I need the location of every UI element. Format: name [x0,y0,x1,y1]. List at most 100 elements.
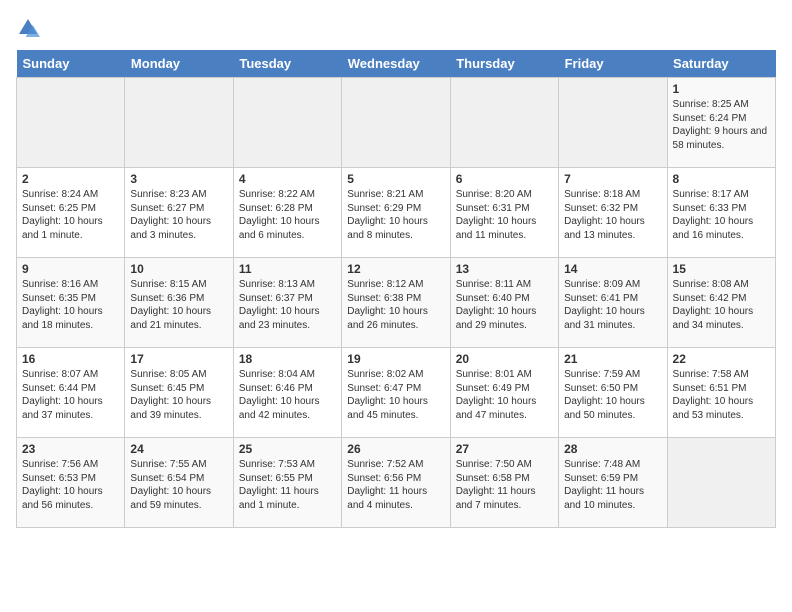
day-info: Sunrise: 8:04 AM Sunset: 6:46 PM Dayligh… [239,368,336,422]
day-number: 2 [22,172,119,186]
calendar-cell: 20 Sunrise: 8:01 AM Sunset: 6:49 PM Dayli… [450,348,558,438]
calendar-week-4: 16Sunrise: 8:07 AM Sunset: 6:44 PM Dayli… [17,348,776,438]
day-header-thursday: Thursday [450,50,558,78]
day-info: Sunrise: 8:15 AM Sunset: 6:36 PM Dayligh… [130,278,227,332]
logo [16,16,44,40]
day-info: Sunrise: 7:48 AM Sunset: 6:59 PM Dayligh… [564,458,661,512]
calendar-cell [17,78,125,168]
calendar-cell: 1 Sunrise: 8:25 AM Sunset: 6:24 PM Daylig… [667,78,775,168]
calendar-week-1: 1 Sunrise: 8:25 AM Sunset: 6:24 PM Daylig… [17,78,776,168]
calendar-cell: 11 Sunrise: 8:13 AM Sunset: 6:37 PM Dayli… [233,258,341,348]
day-header-wednesday: Wednesday [342,50,450,78]
calendar-cell: 8 Sunrise: 8:17 AM Sunset: 6:33 PM Daylig… [667,168,775,258]
calendar-week-2: 2 Sunrise: 8:24 AM Sunset: 6:25 PM Daylig… [17,168,776,258]
day-header-monday: Monday [125,50,233,78]
day-number: 26 [347,442,444,456]
day-info: Sunrise: 8:25 AM Sunset: 6:24 PM Dayligh… [673,98,770,152]
day-info: Sunrise: 8:22 AM Sunset: 6:28 PM Dayligh… [239,188,336,242]
day-info: Sunrise: 8:05 AM Sunset: 6:45 PM Dayligh… [130,368,227,422]
day-info: Sunrise: 8:20 AM Sunset: 6:31 PM Dayligh… [456,188,553,242]
calendar-cell: 10 Sunrise: 8:15 AM Sunset: 6:36 PM Dayli… [125,258,233,348]
day-number: 7 [564,172,661,186]
day-number: 27 [456,442,553,456]
day-number: 3 [130,172,227,186]
header [16,16,776,40]
calendar-cell: 16Sunrise: 8:07 AM Sunset: 6:44 PM Dayli… [17,348,125,438]
calendar-cell: 26 Sunrise: 7:52 AM Sunset: 6:56 PM Dayli… [342,438,450,528]
day-info: Sunrise: 8:01 AM Sunset: 6:49 PM Dayligh… [456,368,553,422]
day-number: 6 [456,172,553,186]
day-header-friday: Friday [559,50,667,78]
day-info: Sunrise: 8:23 AM Sunset: 6:27 PM Dayligh… [130,188,227,242]
calendar-cell: 9 Sunrise: 8:16 AM Sunset: 6:35 PM Daylig… [17,258,125,348]
day-number: 10 [130,262,227,276]
day-number: 28 [564,442,661,456]
day-info: Sunrise: 8:08 AM Sunset: 6:42 PM Dayligh… [673,278,770,332]
day-info: Sunrise: 8:12 AM Sunset: 6:38 PM Dayligh… [347,278,444,332]
day-number: 1 [673,82,770,96]
day-number: 21 [564,352,661,366]
day-number: 23 [22,442,119,456]
day-number: 20 [456,352,553,366]
calendar-cell: 13Sunrise: 8:11 AM Sunset: 6:40 PM Dayli… [450,258,558,348]
calendar-cell: 3 Sunrise: 8:23 AM Sunset: 6:27 PM Daylig… [125,168,233,258]
calendar-header-row: SundayMondayTuesdayWednesdayThursdayFrid… [17,50,776,78]
day-number: 25 [239,442,336,456]
day-info: Sunrise: 8:16 AM Sunset: 6:35 PM Dayligh… [22,278,119,332]
day-number: 18 [239,352,336,366]
day-info: Sunrise: 8:24 AM Sunset: 6:25 PM Dayligh… [22,188,119,242]
day-info: Sunrise: 7:59 AM Sunset: 6:50 PM Dayligh… [564,368,661,422]
calendar-cell: 6 Sunrise: 8:20 AM Sunset: 6:31 PM Daylig… [450,168,558,258]
day-number: 19 [347,352,444,366]
day-number: 22 [673,352,770,366]
day-info: Sunrise: 7:56 AM Sunset: 6:53 PM Dayligh… [22,458,119,512]
day-number: 17 [130,352,227,366]
calendar-cell: 25 Sunrise: 7:53 AM Sunset: 6:55 PM Dayli… [233,438,341,528]
calendar-cell [559,78,667,168]
day-info: Sunrise: 8:18 AM Sunset: 6:32 PM Dayligh… [564,188,661,242]
day-info: Sunrise: 8:21 AM Sunset: 6:29 PM Dayligh… [347,188,444,242]
day-number: 8 [673,172,770,186]
day-info: Sunrise: 8:09 AM Sunset: 6:41 PM Dayligh… [564,278,661,332]
day-number: 14 [564,262,661,276]
calendar-cell: 14 Sunrise: 8:09 AM Sunset: 6:41 PM Dayli… [559,258,667,348]
calendar-cell: 2 Sunrise: 8:24 AM Sunset: 6:25 PM Daylig… [17,168,125,258]
day-info: Sunrise: 7:50 AM Sunset: 6:58 PM Dayligh… [456,458,553,512]
calendar-cell: 12 Sunrise: 8:12 AM Sunset: 6:38 PM Dayli… [342,258,450,348]
calendar-cell [450,78,558,168]
calendar-cell [125,78,233,168]
day-info: Sunrise: 8:11 AM Sunset: 6:40 PM Dayligh… [456,278,553,332]
calendar-cell: 21 Sunrise: 7:59 AM Sunset: 6:50 PM Dayli… [559,348,667,438]
calendar-week-3: 9 Sunrise: 8:16 AM Sunset: 6:35 PM Daylig… [17,258,776,348]
calendar-table: SundayMondayTuesdayWednesdayThursdayFrid… [16,50,776,528]
day-header-sunday: Sunday [17,50,125,78]
calendar-cell: 5Sunrise: 8:21 AM Sunset: 6:29 PM Daylig… [342,168,450,258]
day-info: Sunrise: 8:13 AM Sunset: 6:37 PM Dayligh… [239,278,336,332]
calendar-cell: 7 Sunrise: 8:18 AM Sunset: 6:32 PM Daylig… [559,168,667,258]
calendar-cell: 18 Sunrise: 8:04 AM Sunset: 6:46 PM Dayli… [233,348,341,438]
day-number: 15 [673,262,770,276]
day-info: Sunrise: 7:58 AM Sunset: 6:51 PM Dayligh… [673,368,770,422]
calendar-cell: 4 Sunrise: 8:22 AM Sunset: 6:28 PM Daylig… [233,168,341,258]
day-info: Sunrise: 8:02 AM Sunset: 6:47 PM Dayligh… [347,368,444,422]
calendar-week-5: 23 Sunrise: 7:56 AM Sunset: 6:53 PM Dayli… [17,438,776,528]
calendar-cell: 19 Sunrise: 8:02 AM Sunset: 6:47 PM Dayli… [342,348,450,438]
day-number: 12 [347,262,444,276]
day-info: Sunrise: 8:17 AM Sunset: 6:33 PM Dayligh… [673,188,770,242]
calendar-cell: 27 Sunrise: 7:50 AM Sunset: 6:58 PM Dayli… [450,438,558,528]
day-number: 4 [239,172,336,186]
day-header-saturday: Saturday [667,50,775,78]
calendar-cell [667,438,775,528]
calendar-cell [342,78,450,168]
day-number: 11 [239,262,336,276]
calendar-cell: 23 Sunrise: 7:56 AM Sunset: 6:53 PM Dayli… [17,438,125,528]
day-info: Sunrise: 8:07 AM Sunset: 6:44 PM Dayligh… [22,368,119,422]
calendar-cell: 15 Sunrise: 8:08 AM Sunset: 6:42 PM Dayli… [667,258,775,348]
calendar-cell: 22 Sunrise: 7:58 AM Sunset: 6:51 PM Dayli… [667,348,775,438]
calendar-cell [233,78,341,168]
day-number: 9 [22,262,119,276]
day-number: 24 [130,442,227,456]
day-info: Sunrise: 7:55 AM Sunset: 6:54 PM Dayligh… [130,458,227,512]
day-info: Sunrise: 7:53 AM Sunset: 6:55 PM Dayligh… [239,458,336,512]
day-info: Sunrise: 7:52 AM Sunset: 6:56 PM Dayligh… [347,458,444,512]
